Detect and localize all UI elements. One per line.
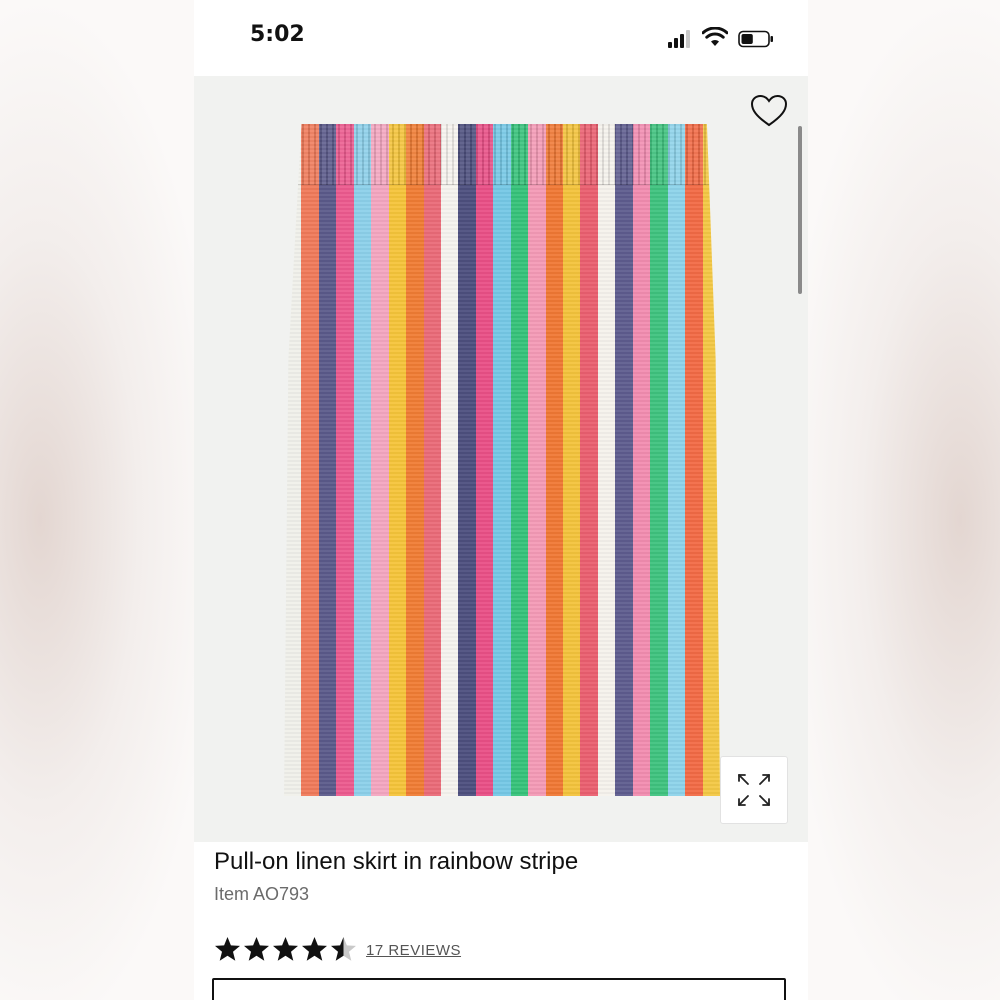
background-left bbox=[0, 0, 194, 1000]
expand-button[interactable] bbox=[720, 756, 788, 824]
wifi-icon bbox=[702, 27, 728, 46]
item-number: Item AO793 bbox=[214, 884, 310, 904]
scrollbar[interactable] bbox=[798, 126, 802, 294]
product-image-area[interactable] bbox=[194, 76, 808, 842]
elastic-waistband bbox=[284, 124, 720, 185]
star-icon bbox=[273, 937, 298, 961]
star-icon bbox=[331, 937, 356, 961]
reviews-link[interactable]: 17 REVIEWS bbox=[366, 942, 461, 959]
phone-screen: 5:02 Pull-on linen skirt in rainbow stri… bbox=[194, 0, 808, 1000]
status-time: 5:02 bbox=[250, 22, 305, 47]
background-right bbox=[806, 0, 1000, 1000]
status-bar: 5:02 bbox=[194, 0, 808, 76]
linen-texture bbox=[284, 124, 720, 796]
heart-icon[interactable] bbox=[750, 94, 788, 128]
size-select-box[interactable] bbox=[212, 978, 786, 1000]
star-icon bbox=[215, 937, 240, 961]
expand-arrows-icon bbox=[738, 774, 770, 806]
star-icon bbox=[302, 937, 327, 961]
battery-icon bbox=[738, 30, 773, 48]
product-photo-skirt bbox=[284, 124, 720, 796]
star-icon bbox=[244, 937, 269, 961]
cellular-signal-icon bbox=[668, 30, 692, 48]
star-rating bbox=[214, 936, 357, 964]
product-title: Pull-on linen skirt in rainbow stripe bbox=[214, 848, 579, 875]
